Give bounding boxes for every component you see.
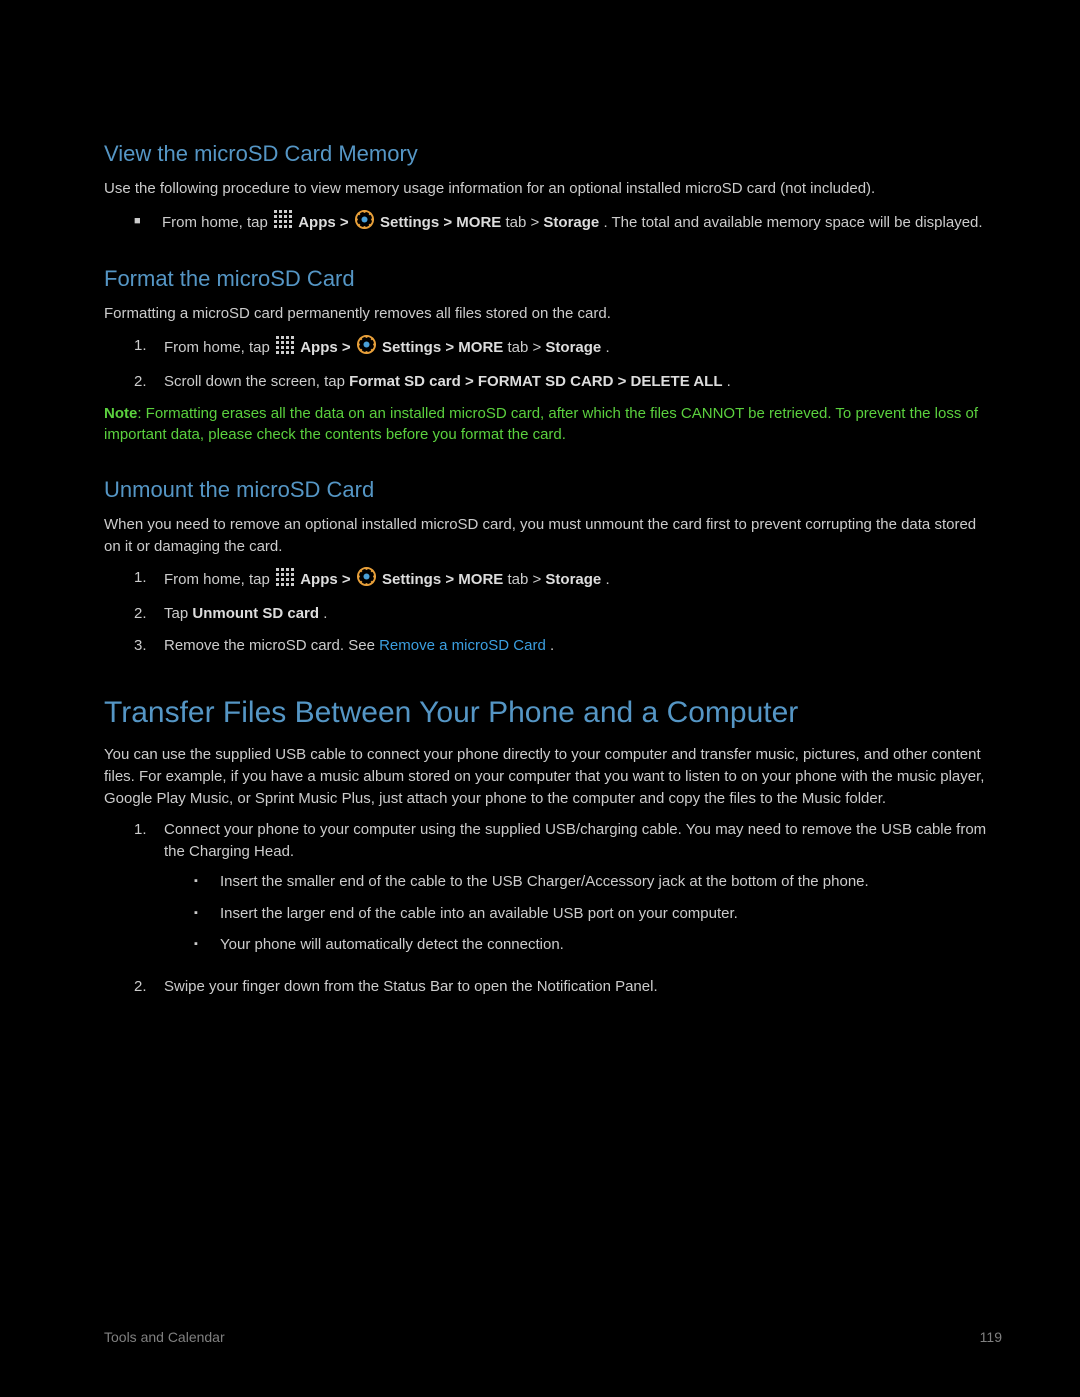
text: . The total and available memory space w… <box>603 213 982 230</box>
list-item: 1. Connect your phone to your computer u… <box>134 819 994 966</box>
link-remove-sd[interactable]: Remove a microSD Card <box>379 637 546 654</box>
settings-icon <box>357 335 376 361</box>
number-marker: 1. <box>134 335 164 357</box>
paragraph: When you need to remove an optional inst… <box>104 514 994 558</box>
text: From home, tap <box>162 213 272 230</box>
number-marker: 3. <box>134 635 164 657</box>
document-page: View the microSD Card Memory Use the fol… <box>0 0 1080 998</box>
settings-icon <box>355 210 374 236</box>
text: From home, tap <box>164 339 274 356</box>
apps-icon <box>276 336 294 361</box>
list-item: 3. Remove the microSD card. See Remove a… <box>134 635 994 657</box>
paragraph: You can use the supplied USB cable to co… <box>104 744 994 809</box>
text: tab > <box>505 213 543 230</box>
nav-more: > MORE <box>443 213 501 230</box>
list-item: 2. Tap Unmount SD card . <box>134 603 994 625</box>
nav-apps: Apps <box>300 339 338 356</box>
text: . <box>727 373 731 390</box>
paragraph: Formatting a microSD card permanently re… <box>104 303 994 325</box>
paragraph: Use the following procedure to view memo… <box>104 178 994 200</box>
text: Your phone will automatically detect the… <box>220 934 994 956</box>
nav-storage: Storage <box>545 571 601 588</box>
text: > <box>340 213 353 230</box>
nav-settings: Settings <box>382 339 441 356</box>
list-item: 2. Scroll down the screen, tap Format SD… <box>134 371 994 393</box>
number-marker: 2. <box>134 976 164 998</box>
nav-apps: Apps <box>300 571 338 588</box>
list-item: 2. Swipe your finger down from the Statu… <box>134 976 994 998</box>
heading-view-memory: View the microSD Card Memory <box>104 138 994 170</box>
list-item: ▪ Your phone will automatically detect t… <box>194 934 994 956</box>
list-item: 1. From home, tap Apps > Settings > MORE… <box>134 335 994 361</box>
note-body: : Formatting erases all the data on an i… <box>104 405 978 444</box>
list-item: 1. From home, tap Apps > Settings > MORE… <box>134 567 994 593</box>
heading-unmount: Unmount the microSD Card <box>104 474 994 506</box>
bullet-icon: ▪ <box>194 871 220 890</box>
list-item: ▪ Insert the smaller end of the cable to… <box>194 871 994 893</box>
nav-settings: Settings <box>380 213 439 230</box>
text: Insert the smaller end of the cable to t… <box>220 871 994 893</box>
number-marker: 1. <box>134 567 164 589</box>
note: Note: Formatting erases all the data on … <box>104 403 994 447</box>
text-bold: Format SD card > FORMAT SD CARD > DELETE… <box>349 373 722 390</box>
text: From home, tap <box>164 571 274 588</box>
text: Swipe your finger down from the Status B… <box>164 976 994 998</box>
text: . <box>550 637 554 654</box>
bullet-icon: ▪ <box>194 903 220 922</box>
note-label: Note <box>104 405 137 422</box>
bullet-icon: ■ <box>134 210 162 230</box>
heading-format: Format the microSD Card <box>104 263 994 295</box>
apps-icon <box>274 210 292 235</box>
text: . <box>605 339 609 356</box>
number-marker: 1. <box>134 819 164 841</box>
number-marker: 2. <box>134 371 164 393</box>
nav-more: > MORE <box>445 571 503 588</box>
text: > <box>342 339 355 356</box>
text: . <box>323 605 327 622</box>
text: Tap <box>164 605 192 622</box>
text: Connect your phone to your computer usin… <box>164 821 986 860</box>
settings-icon <box>357 567 376 593</box>
heading-transfer: Transfer Files Between Your Phone and a … <box>104 691 994 735</box>
list-item: ■ From home, tap Apps > Settings > MORE … <box>134 210 994 236</box>
text: tab > <box>507 339 545 356</box>
list-item: ▪ Insert the larger end of the cable int… <box>194 903 994 925</box>
text: > <box>342 571 355 588</box>
page-number: 119 <box>980 1327 1002 1347</box>
text: . <box>605 571 609 588</box>
nav-storage: Storage <box>543 213 599 230</box>
text-bold: Unmount SD card <box>192 605 319 622</box>
text: Insert the larger end of the cable into … <box>220 903 994 925</box>
apps-icon <box>276 568 294 593</box>
footer-section: Tools and Calendar <box>104 1327 225 1347</box>
nav-apps: Apps <box>298 213 336 230</box>
bullet-icon: ▪ <box>194 934 220 953</box>
number-marker: 2. <box>134 603 164 625</box>
page-footer: Tools and Calendar 119 <box>104 1327 1002 1347</box>
text: Scroll down the screen, tap <box>164 373 349 390</box>
nav-storage: Storage <box>545 339 601 356</box>
text: tab > <box>507 571 545 588</box>
text: Remove the microSD card. See <box>164 637 379 654</box>
nav-settings: Settings <box>382 571 441 588</box>
nav-more: > MORE <box>445 339 503 356</box>
